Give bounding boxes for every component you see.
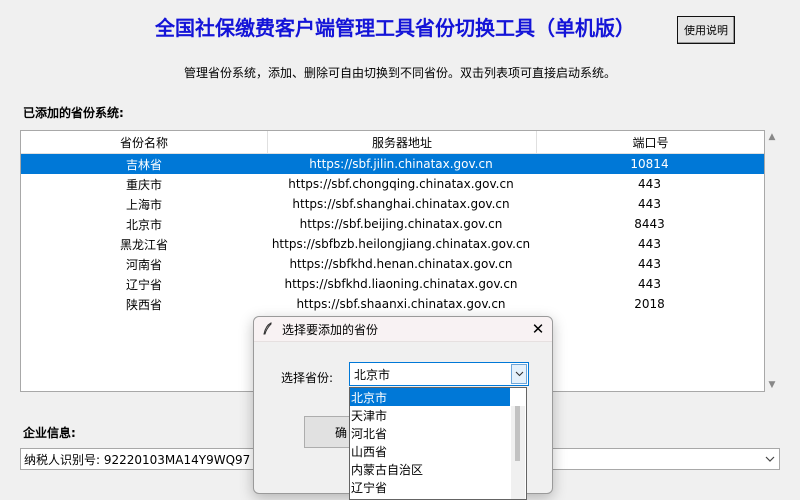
cell-port: 443 <box>638 277 661 291</box>
cell-port: 2018 <box>634 297 665 311</box>
column-header-server[interactable]: 服务器地址 <box>268 131 537 153</box>
column-header-name[interactable]: 省份名称 <box>21 131 268 153</box>
scroll-down-icon[interactable]: ▼ <box>765 378 779 392</box>
company-section-label: 企业信息: <box>23 426 76 440</box>
cell-province-name: 上海市 <box>125 197 162 212</box>
cell-port: 443 <box>638 197 661 211</box>
province-field-label: 选择省份: <box>281 371 334 385</box>
table-row[interactable]: 辽宁省 https://sbfkhd.liaoning.chinatax.gov.… <box>21 274 764 294</box>
table-row[interactable]: 北京市 https://sbf.beijing.chinatax.gov.cn 84… <box>21 214 764 234</box>
cell-province-name: 黑龙江省 <box>119 237 168 252</box>
close-icon[interactable]: ✕ <box>524 318 552 340</box>
dropdown-scrollbar[interactable] <box>511 406 525 499</box>
cell-server-address: https://sbfbzb.heilongjiang.chinatax.gov… <box>271 237 531 251</box>
dropdown-option[interactable]: 天津市 <box>350 406 526 424</box>
cell-server-address: https://sbf.chongqing.chinatax.gov.cn <box>288 177 514 191</box>
cell-server-address: https://sbfkhd.liaoning.chinatax.gov.cn <box>284 277 518 291</box>
dropdown-option[interactable]: 内蒙古自治区 <box>350 460 526 478</box>
cell-port: 443 <box>638 257 661 271</box>
list-section-label: 已添加的省份系统: <box>23 106 124 120</box>
cell-province-name: 辽宁省 <box>125 277 162 292</box>
table-row[interactable]: 河南省 https://sbfkhd.henan.chinatax.gov.cn 4… <box>21 254 764 274</box>
dropdown-option[interactable]: 河北省 <box>350 424 526 442</box>
subtitle: 管理省份系统，添加、删除可自由切换到不同省份。双击列表项可直接启动系统。 <box>183 66 616 80</box>
province-select-value: 北京市 <box>354 367 391 382</box>
column-header-port[interactable]: 端口号 <box>537 131 764 153</box>
province-dropdown-list[interactable]: 北京市 天津市 河北省 山西省 内蒙古自治区 辽宁省 <box>349 387 527 500</box>
table-row[interactable]: 重庆市 https://sbf.chongqing.chinatax.gov.cn… <box>21 174 764 194</box>
cell-port: 443 <box>638 177 661 191</box>
company-select-value: 纳税人识别号: 92220103MA14Y9WQ97 纳 <box>24 452 267 467</box>
cell-server-address: https://sbfkhd.henan.chinatax.gov.cn <box>289 257 513 271</box>
cell-province-name: 北京市 <box>125 217 162 232</box>
dropdown-option[interactable]: 辽宁省 <box>350 478 526 496</box>
app-title: 全国社保缴费客户端管理工具省份切换工具（单机版） <box>155 16 635 40</box>
feather-icon <box>263 322 272 335</box>
cell-province-name: 重庆市 <box>125 177 162 192</box>
dialog-titlebar[interactable]: 选择要添加的省份 ✕ <box>254 317 552 342</box>
cell-port: 443 <box>638 237 661 251</box>
cell-server-address: https://sbf.shanghai.chinatax.gov.cn <box>292 197 510 211</box>
dropdown-scroll-thumb[interactable] <box>515 406 520 461</box>
table-row[interactable]: 黑龙江省 https://sbfbzb.heilongjiang.chinatax… <box>21 234 764 254</box>
cell-province-name: 陕西省 <box>125 297 162 312</box>
dropdown-option[interactable]: 山西省 <box>350 442 526 460</box>
dropdown-option[interactable]: 北京市 <box>350 388 510 406</box>
cell-province-name: 吉林省 <box>125 157 162 172</box>
cell-server-address: https://sbf.shaanxi.chinatax.gov.cn <box>296 297 506 311</box>
list-scrollbar[interactable]: ▲ ▼ <box>765 130 779 392</box>
cell-port: 10814 <box>630 157 669 171</box>
province-select[interactable]: 北京市 <box>349 362 529 386</box>
list-header: 省份名称 服务器地址 端口号 <box>21 131 764 154</box>
table-row[interactable]: 上海市 https://sbf.shanghai.chinatax.gov.cn 4… <box>21 194 764 214</box>
cell-port: 8443 <box>634 217 665 231</box>
table-row[interactable]: 吉林省 https://sbf.jilin.chinatax.gov.cn 1081… <box>21 154 764 174</box>
chevron-down-icon[interactable] <box>511 364 527 384</box>
cell-server-address: https://sbf.jilin.chinatax.gov.cn <box>309 157 493 171</box>
cell-server-address: https://sbf.beijing.chinatax.gov.cn <box>299 217 503 231</box>
scroll-up-icon[interactable]: ▲ <box>765 130 779 144</box>
table-row[interactable]: 陕西省 https://sbf.shaanxi.chinatax.gov.cn 20… <box>21 294 764 314</box>
dialog-title: 选择要添加的省份 <box>282 322 379 337</box>
help-button[interactable]: 使用说明 <box>677 16 735 44</box>
cell-province-name: 河南省 <box>125 257 162 272</box>
chevron-down-icon[interactable] <box>761 449 779 469</box>
